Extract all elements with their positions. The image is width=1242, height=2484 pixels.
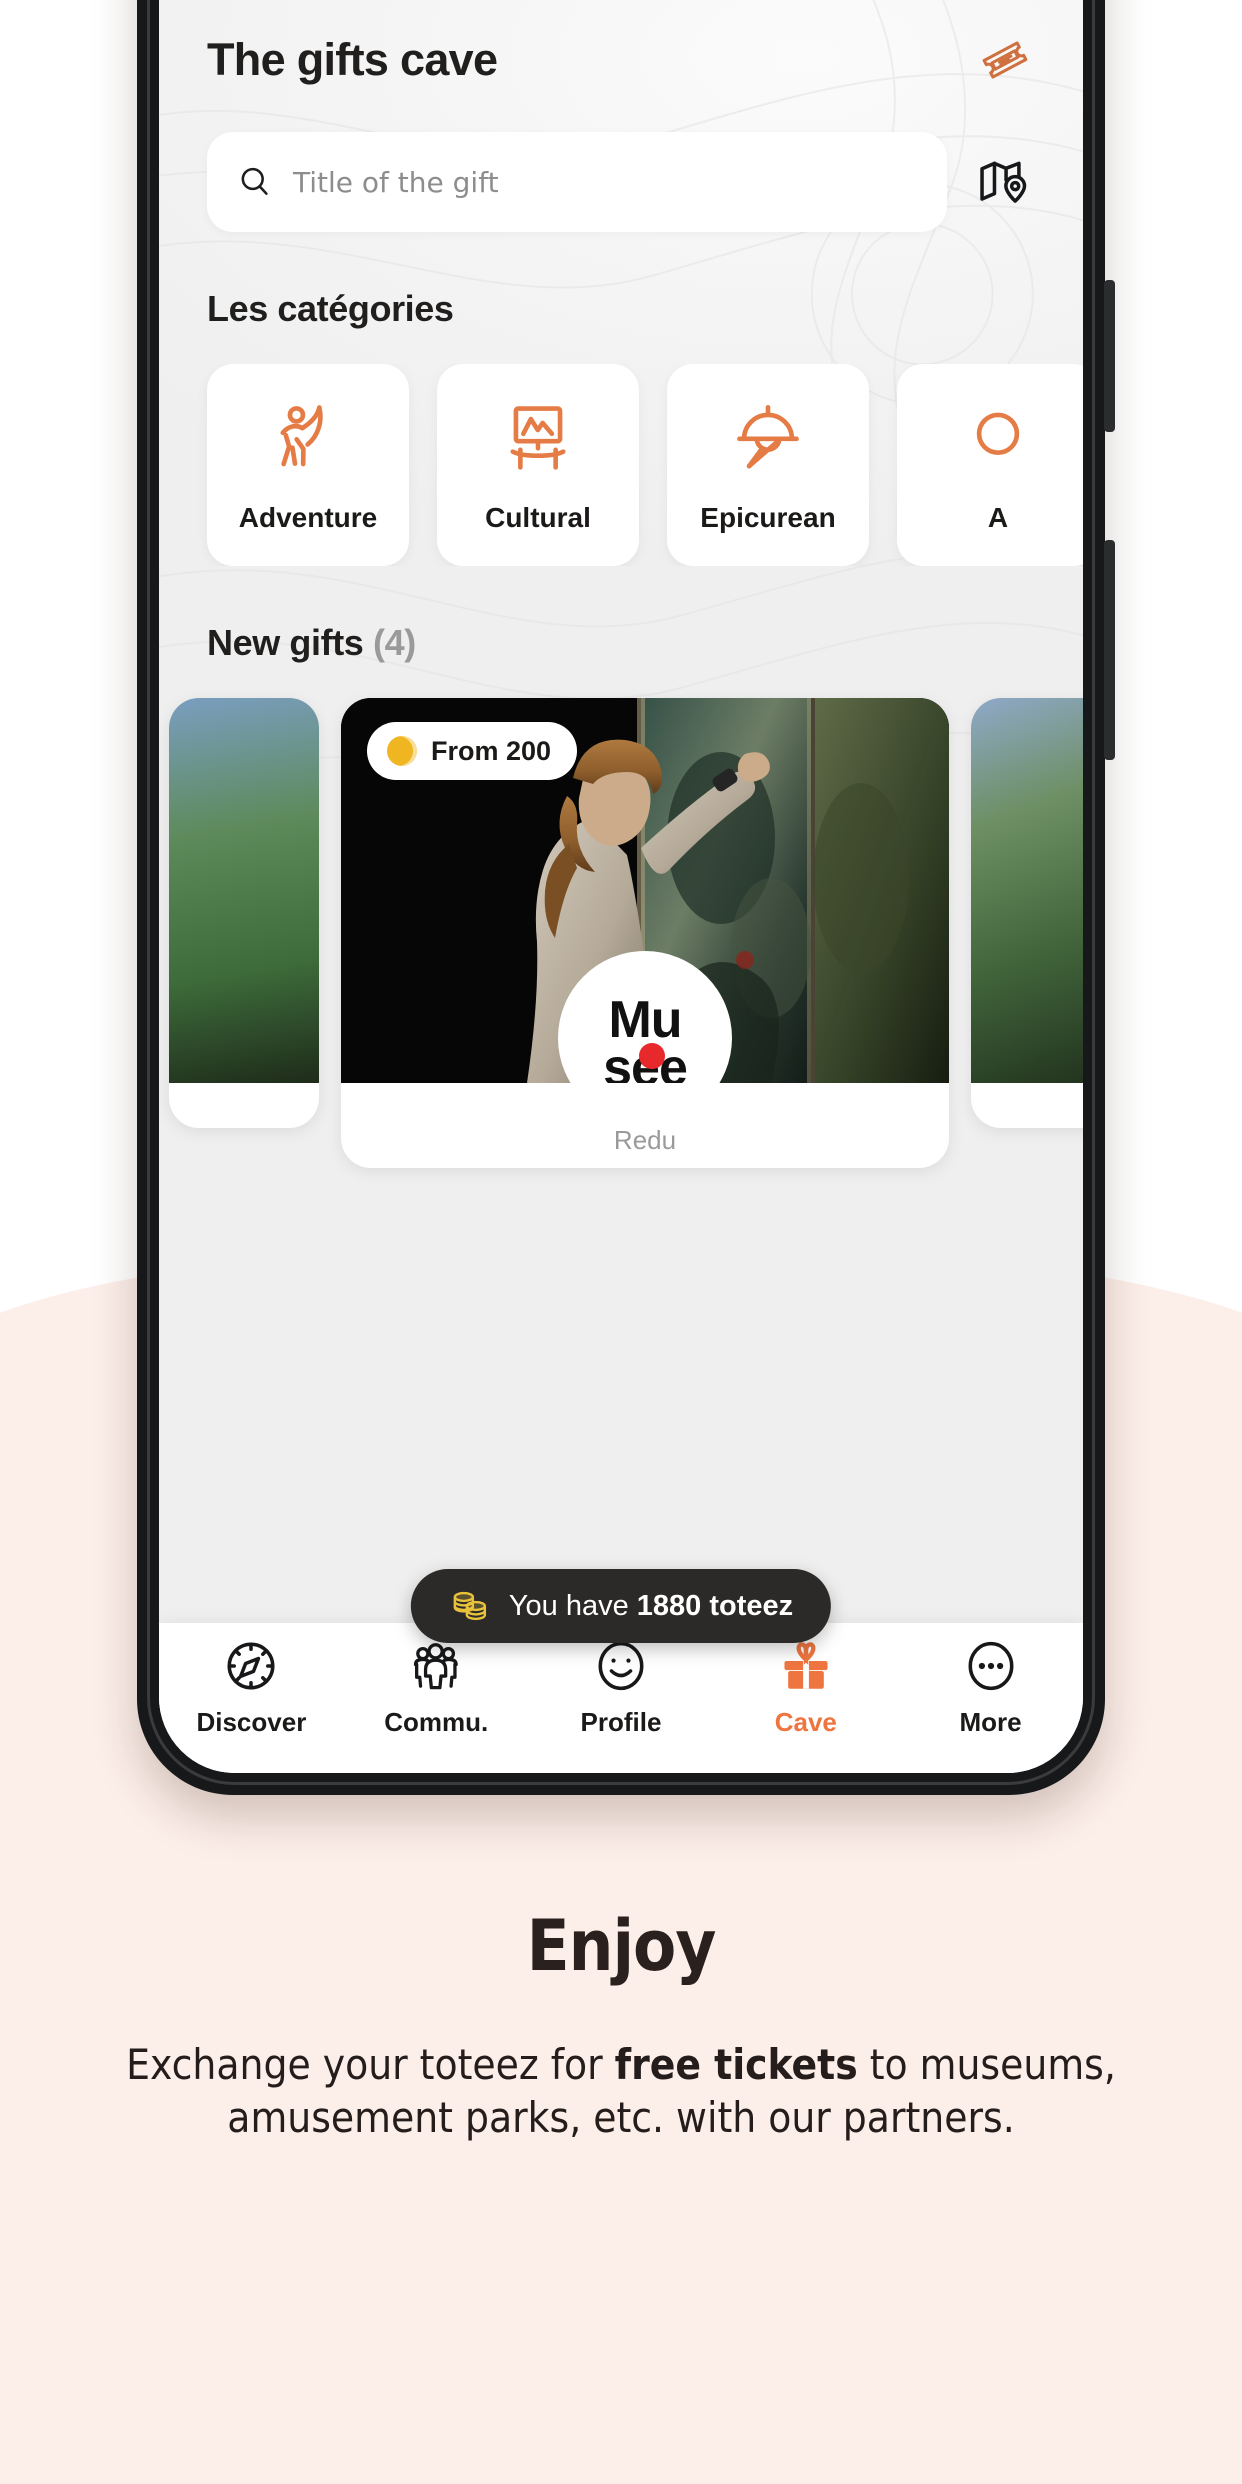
coins-icon: [453, 1591, 487, 1621]
phone-power-button[interactable]: [1104, 540, 1115, 760]
category-label: Epicurean: [700, 502, 836, 533]
phone-volume-button[interactable]: [1104, 280, 1115, 432]
search-input[interactable]: Title of the gift: [293, 166, 499, 199]
caption-body: Exchange your toteez for free tickets to…: [88, 2039, 1154, 2145]
nav-label: Profile: [580, 1707, 662, 1737]
gift-icon: [784, 1642, 828, 1689]
climber-icon: [280, 405, 323, 467]
nav-item-more[interactable]: More: [898, 1637, 1083, 1738]
gift-card-image: From 200 Mu sée: [341, 698, 949, 1083]
nav-label: Cave: [774, 1707, 837, 1737]
caption-block: Enjoy Exchange your toteez for free tick…: [0, 1905, 1242, 2145]
nav-item-cave[interactable]: Cave: [713, 1637, 898, 1738]
caption-body-part1: Exchange your toteez for: [126, 2040, 615, 2089]
gift-price-label: From 200: [431, 735, 552, 766]
dots-circle-icon: [968, 1641, 1014, 1691]
phone-frame: The gifts cave Title of the gift Les cat…: [137, 0, 1115, 1795]
gift-card-previous[interactable]: [169, 698, 319, 1128]
caption-heading: Enjoy: [526, 1905, 717, 1987]
gift-card-next[interactable]: [971, 698, 1083, 1128]
app-header: The gifts cave: [159, 30, 1083, 90]
categories-section-title: Les catégories: [159, 288, 1083, 330]
nav-label: Discover: [196, 1707, 307, 1737]
ticket-icon: [982, 41, 1028, 79]
toast-amount: 1880 toteez: [636, 1589, 794, 1622]
gift-card-image: [971, 698, 1083, 1083]
nav-item-community[interactable]: Commu.: [344, 1637, 529, 1738]
gift-card-featured[interactable]: From 200 Mu sée Redu: [341, 698, 949, 1168]
nav-label: Commu.: [384, 1707, 489, 1737]
toteez-balance-toast: You have 1880 toteez: [410, 1569, 832, 1643]
toast-prefix: You have: [508, 1589, 637, 1622]
nav-label: More: [959, 1707, 1022, 1737]
search-row: Title of the gift: [159, 132, 1083, 232]
category-card-cultural[interactable]: Cultural: [437, 364, 639, 566]
map-pin-icon: [980, 161, 1027, 203]
new-gifts-count: (4): [373, 622, 416, 663]
gift-card-image: [169, 698, 319, 1083]
food-cloche-icon: [737, 405, 799, 469]
search-icon: [241, 167, 268, 195]
category-label: Adventure: [238, 502, 378, 533]
new-gifts-title-text: New gifts: [207, 622, 364, 663]
caption-body-bold: free tickets: [614, 2040, 858, 2089]
category-card-epicurean[interactable]: Epicurean: [667, 364, 869, 566]
people-icon: [414, 1643, 458, 1690]
coin-icon: [387, 736, 417, 766]
smiley-icon: [598, 1641, 644, 1691]
categories-row[interactable]: Adventure Cultural Epicurean A: [159, 364, 1083, 566]
app-viewport: The gifts cave Title of the gift Les cat…: [159, 0, 1083, 1773]
phone-screen: The gifts cave Title of the gift Les cat…: [159, 0, 1083, 1773]
app-scroll-area[interactable]: The gifts cave Title of the gift Les cat…: [159, 0, 1083, 1623]
category-label: A: [987, 502, 1009, 533]
category-label: Cultural: [485, 502, 591, 533]
partial-icon: [976, 412, 1020, 456]
new-gifts-section-title: New gifts (4): [159, 622, 1083, 664]
categories-title-text: Les catégories: [207, 288, 454, 329]
category-card-partial[interactable]: A: [897, 364, 1083, 566]
painting-easel-icon: [510, 406, 566, 470]
gift-price-badge: From 200: [367, 722, 578, 780]
nav-item-profile[interactable]: Profile: [529, 1637, 714, 1738]
gift-card-meta: Redu: [341, 1083, 949, 1168]
compass-icon: [227, 1642, 275, 1690]
screenshot-root: The gifts cave Title of the gift Les cat…: [0, 0, 1242, 2484]
brand-red-dot: [639, 1043, 665, 1069]
toast-message: You have 1880 toteez: [509, 1590, 793, 1623]
gift-partner-name: Redu: [613, 1125, 677, 1155]
brand-line-1: Mu: [608, 991, 682, 1050]
map-view-button[interactable]: [973, 151, 1035, 213]
page-title: The gifts cave: [207, 34, 498, 85]
bottom-navigation: Discover Commu. Profile Cave More: [159, 1623, 1083, 1773]
nav-item-discover[interactable]: Discover: [159, 1637, 344, 1738]
my-tickets-button[interactable]: [975, 30, 1035, 90]
gift-carousel[interactable]: From 200 Mu sée Redu: [159, 698, 1083, 1168]
search-input-wrapper[interactable]: Title of the gift: [207, 132, 947, 232]
category-card-adventure[interactable]: Adventure: [207, 364, 409, 566]
